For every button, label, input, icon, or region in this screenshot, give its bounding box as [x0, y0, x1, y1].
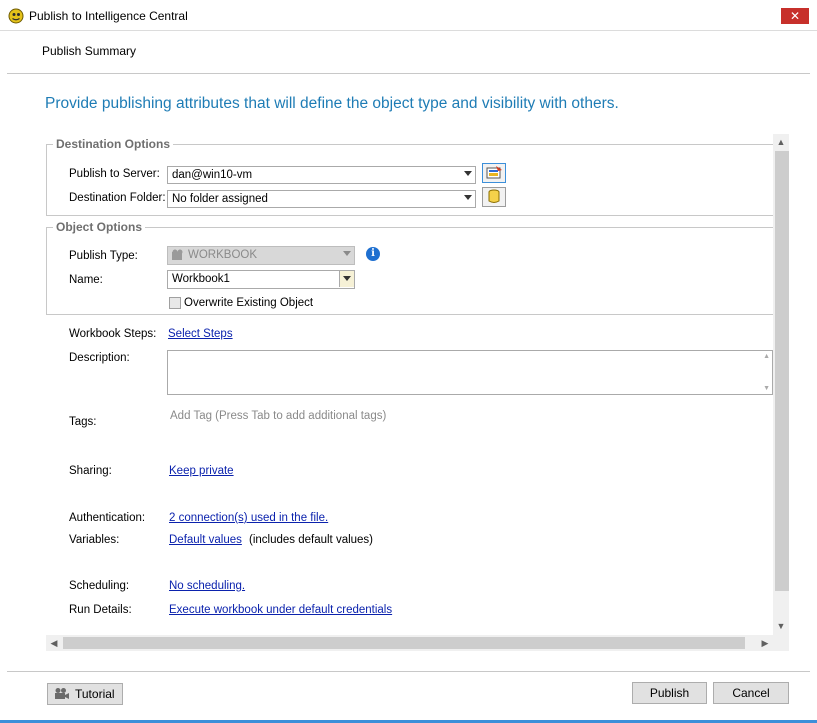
destination-options-title: Destination Options [53, 137, 173, 151]
overwrite-label: Overwrite Existing Object [184, 297, 314, 309]
object-options-title: Object Options [53, 220, 146, 234]
object-group-border [46, 227, 773, 228]
chevron-down-icon [343, 251, 351, 256]
name-dropdown-button[interactable] [339, 271, 354, 287]
close-button[interactable]: ✕ [781, 8, 809, 24]
scroll-right-icon[interactable]: ▶ [757, 635, 773, 651]
tags-label: Tags: [69, 416, 97, 428]
tutorial-button[interactable]: Tutorial [47, 683, 123, 705]
close-icon: ✕ [789, 9, 801, 23]
server-label: Publish to Server: [69, 168, 160, 180]
header-divider [7, 73, 810, 74]
footer-divider [7, 671, 810, 672]
sharing-label: Sharing: [69, 465, 112, 477]
folder-label: Destination Folder: [69, 192, 166, 204]
name-label: Name: [69, 274, 103, 286]
chevron-down-icon [343, 276, 351, 281]
scroll-left-icon[interactable]: ◀ [46, 635, 62, 651]
run-details-link[interactable]: Execute workbook under default credentia… [169, 604, 392, 616]
variables-label: Variables: [69, 534, 120, 546]
authentication-label: Authentication: [69, 512, 146, 524]
chevron-down-icon [464, 171, 472, 176]
database-folder-icon [488, 189, 500, 203]
page-subtitle: Publish Summary [42, 44, 137, 58]
description-textarea[interactable]: ▲ ▼ [167, 350, 773, 395]
horizontal-scroll-thumb[interactable] [63, 637, 745, 649]
film-camera-icon [55, 688, 69, 699]
sharing-link[interactable]: Keep private [169, 465, 234, 477]
app-icon [8, 8, 24, 24]
scroll-up-icon[interactable]: ▲ [773, 134, 789, 150]
variables-link[interactable]: Default values [169, 534, 242, 546]
scheduling-link[interactable]: No scheduling. [169, 580, 245, 592]
workbook-icon [172, 249, 183, 260]
authentication-link[interactable]: 2 connection(s) used in the file. [169, 512, 328, 524]
overwrite-checkbox[interactable] [169, 297, 181, 309]
cancel-button[interactable]: Cancel [713, 682, 789, 704]
publish-button[interactable]: Publish [632, 682, 707, 704]
scroll-down-icon: ▼ [763, 385, 770, 392]
scheduling-label: Scheduling: [69, 580, 130, 592]
tags-input[interactable]: Add Tag (Press Tab to add additional tag… [170, 410, 386, 422]
variables-note: (includes default values) [249, 534, 374, 546]
server-config-button[interactable] [482, 163, 506, 183]
chevron-down-icon [464, 195, 472, 200]
name-combobox[interactable]: Workbook1 [167, 270, 355, 289]
server-config-icon [486, 166, 502, 179]
window-title: Publish to Intelligence Central [29, 9, 188, 23]
scroll-up-icon: ▲ [763, 353, 770, 360]
scroll-down-icon[interactable]: ▼ [773, 618, 789, 634]
workbook-steps-label: Workbook Steps: [69, 328, 157, 340]
server-select[interactable]: dan@win10-vm [167, 166, 476, 184]
page-headline: Provide publishing attributes that will … [45, 95, 619, 112]
folder-select[interactable]: No folder assigned [167, 190, 476, 208]
folder-browse-button[interactable] [482, 187, 506, 207]
publish-type-label: Publish Type: [69, 250, 138, 262]
info-icon[interactable]: i [366, 247, 380, 261]
select-steps-link[interactable]: Select Steps [168, 328, 233, 340]
publish-type-select: WORKBOOK [167, 246, 355, 265]
run-details-label: Run Details: [69, 604, 132, 616]
vertical-scroll-thumb[interactable] [775, 151, 789, 591]
description-label: Description: [69, 352, 130, 364]
